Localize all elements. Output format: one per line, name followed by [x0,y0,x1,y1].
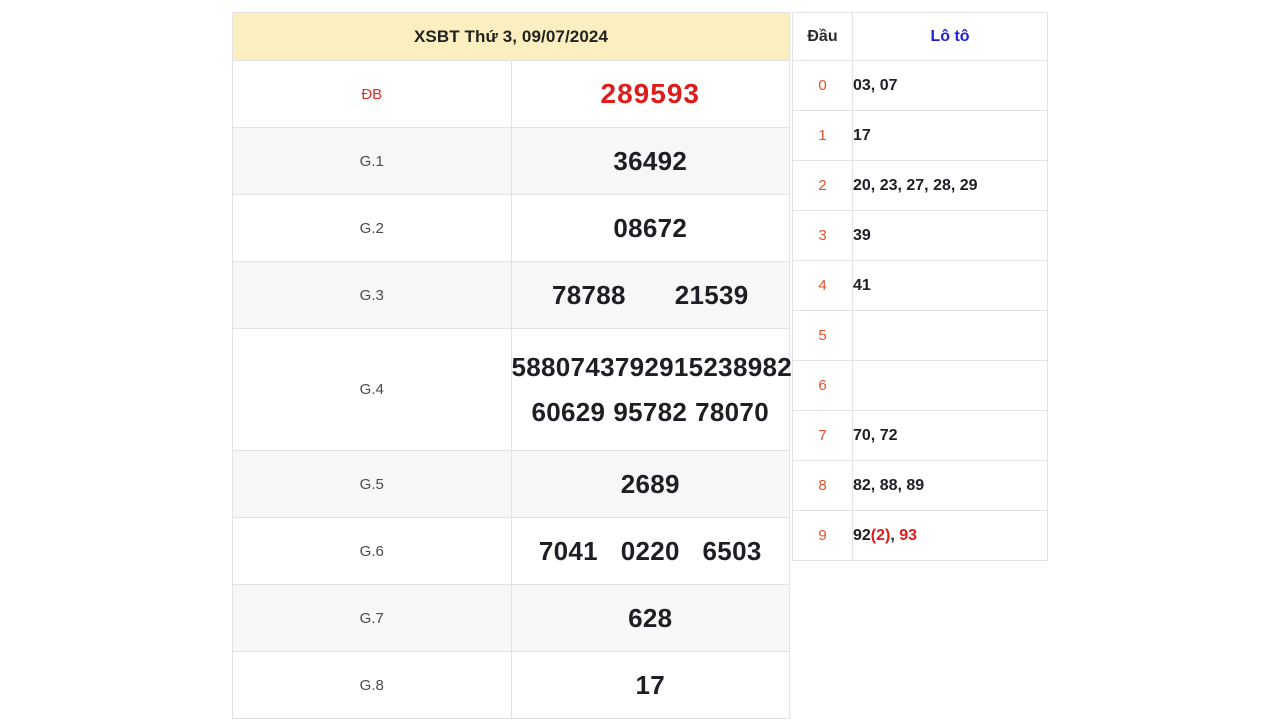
prize-label: G.2 [232,194,512,262]
loto-row: 4 41 [792,260,1048,311]
prize-number: 21539 [674,279,749,310]
prize-number-grid: 58807 43792 91523 89827 60629 95782 78070 [511,351,807,428]
loto-row: 1 17 [792,110,1048,161]
prize-label: G.8 [232,651,512,719]
loto-dau-digit: 8 [792,460,853,511]
prize-results-table: XSBT Thứ 3, 09/07/2024 ĐB 289593 G.1 36492 G… [232,12,807,719]
prize-values: 78788 21539 [510,261,790,329]
loto-row: 6 [792,360,1048,411]
loto-numbers: 70, 72 [852,410,1048,461]
prize-number: 91523 [659,351,733,382]
prize-number-line: 60629 95782 78070 [512,397,790,428]
loto-summary-body: Đầu Lô tô 0 03, 07 1 17 2 20, 23, 27, 28, 29 3… [792,12,1048,561]
loto-row: 8 82, 88, 89 [792,460,1048,511]
loto-numbers [852,360,1048,411]
prize-number-line: 78788 21539 [512,280,790,311]
prize-number: 628 [628,602,673,633]
prize-number: 0220 [620,535,680,566]
loto-dau-digit: 3 [792,210,853,261]
prize-label: G.7 [232,584,512,652]
loto-header-dau: Đầu [792,12,853,61]
prize-label: G.3 [232,261,512,329]
prize-label: G.6 [232,517,512,585]
prize-row: G.7 628 [232,584,790,652]
prize-row: G.2 08672 [232,194,790,262]
prize-row: G.8 17 [232,651,790,719]
loto-numbers: 20, 23, 27, 28, 29 [852,160,1048,211]
prize-values: 2689 [510,450,790,518]
prize-row: G.5 2689 [232,450,790,518]
prize-row: G.1 36492 [232,127,790,195]
prize-label: ĐB [232,60,512,128]
loto-dau-digit: 5 [792,310,853,361]
prize-number: 17 [635,669,666,700]
page-title: XSBT Thứ 3, 09/07/2024 [232,12,790,61]
results-header-row: XSBT Thứ 3, 09/07/2024 [232,12,790,61]
prize-number: 6503 [702,535,762,566]
prize-values: 7041 0220 6503 [510,517,790,585]
prize-row: G.3 78788 21539 [232,261,790,329]
prize-row: ĐB 289593 [232,60,790,128]
prize-number-line: 628 [512,603,790,634]
prize-number-line: 36492 [512,146,790,177]
prize-number: 289593 [600,78,700,109]
loto-dau-digit: 0 [792,60,853,111]
prize-values: 17 [510,651,790,719]
prize-number-line: 289593 [512,78,790,110]
loto-numbers [852,310,1048,361]
prize-number: 58807 [511,351,586,382]
loto-dau-digit: 4 [792,260,853,311]
prize-label: G.5 [232,450,512,518]
prize-values: 58807 43792 91523 89827 60629 95782 78070 [510,328,807,451]
prize-number-line: 7041 0220 6503 [512,536,790,567]
prize-label: G.1 [232,127,512,195]
loto-row: 2 20, 23, 27, 28, 29 [792,160,1048,211]
loto-numbers: 92(2), 93 [852,510,1048,561]
loto-row: 0 03, 07 [792,60,1048,111]
loto-numbers: 17 [852,110,1048,161]
prize-number: 36492 [613,145,688,176]
loto-header-row: Đầu Lô tô [792,12,1048,61]
prize-number: 95782 [613,396,688,427]
prize-values: 08672 [510,194,790,262]
loto-number-part: (2) [870,526,891,544]
prize-number-line: 2689 [512,469,790,500]
prize-values: 36492 [510,127,790,195]
loto-numbers: 41 [852,260,1048,311]
prize-number: 08672 [613,212,688,243]
prize-number-line: 58807 43792 91523 89827 [511,351,807,383]
loto-number-part: , [890,526,900,544]
prize-number: 60629 [531,396,606,427]
prize-values: 628 [510,584,790,652]
loto-summary-table: Đầu Lô tô 0 03, 07 1 17 2 20, 23, 27, 28, 29 3… [792,12,1048,561]
prize-number: 78788 [551,279,626,310]
prize-number: 78070 [695,396,769,427]
loto-row: 5 [792,310,1048,361]
prize-number: 43792 [585,351,660,382]
loto-dau-digit: 9 [792,510,853,561]
prize-number-line: 17 [512,670,790,701]
prize-values: 289593 [510,60,790,128]
loto-row: 3 39 [792,210,1048,261]
loto-number-part: 93 [899,526,918,544]
prize-row: G.6 7041 0220 6503 [232,517,790,585]
loto-row: 7 70, 72 [792,410,1048,461]
loto-dau-digit: 2 [792,160,853,211]
loto-numbers: 39 [852,210,1048,261]
lottery-results-page: XSBT Thứ 3, 09/07/2024 ĐB 289593 G.1 36492 G… [0,0,1280,720]
loto-dau-digit: 7 [792,410,853,461]
prize-number-line: 08672 [512,213,790,244]
loto-number-part: 92 [853,526,871,544]
prize-results-body: XSBT Thứ 3, 09/07/2024 ĐB 289593 G.1 36492 G… [232,12,807,719]
prize-number: 2689 [620,468,680,499]
loto-dau-digit: 1 [792,110,853,161]
loto-header-loto: Lô tô [852,12,1048,61]
prize-number: 7041 [538,535,598,566]
loto-dau-digit: 6 [792,360,853,411]
prize-label: G.4 [232,328,512,451]
loto-row: 9 92(2), 93 [792,510,1048,561]
prize-row: G.4 58807 43792 91523 89827 60629 95782 78070 [232,328,807,451]
loto-numbers: 82, 88, 89 [852,460,1048,511]
loto-numbers: 03, 07 [852,60,1048,111]
